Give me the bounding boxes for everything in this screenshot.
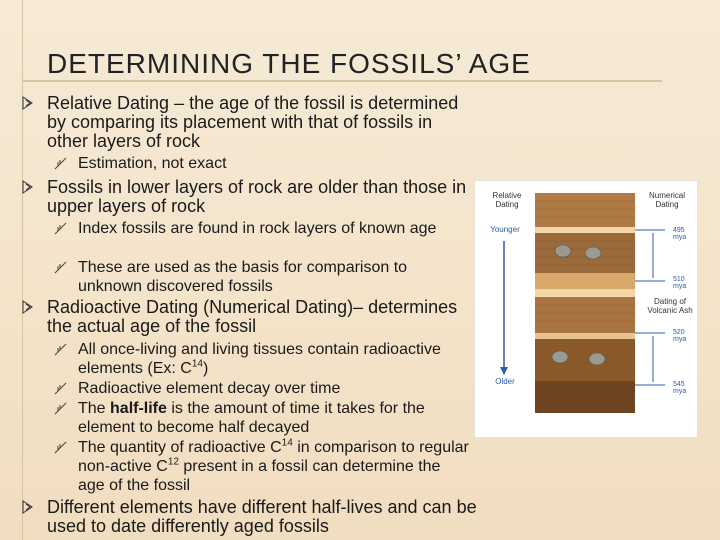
sub-bullet-text: Radioactive element decay over time (78, 380, 341, 397)
rock-layers-illustration (500, 193, 665, 413)
bullet-icon (21, 299, 35, 315)
sub-bullet-text: Index fossils are found in rock layers o… (78, 220, 437, 237)
sub-bullet-text-post: ) (202, 360, 209, 377)
bullet-text: Relative Dating – the age of the fossil … (47, 93, 459, 151)
sub-bullet: Index fossils are found in rock layers o… (54, 219, 470, 238)
bullet-icon (21, 499, 35, 515)
bullet-radioactive-dating: Radioactive Dating (Numerical Dating)– d… (22, 297, 467, 336)
feather-bullet-icon (54, 381, 68, 397)
feather-bullet-icon (54, 221, 68, 237)
numerical-bracket (635, 229, 665, 386)
superscript: 14 (191, 358, 203, 370)
superscript: 12 (167, 456, 179, 468)
sub-bullet: The quantity of radioactive C14 in compa… (54, 437, 470, 495)
bullet-relative-dating: Relative Dating – the age of the fossil … (22, 93, 467, 151)
sub-bullet-text: Estimation, not exact (78, 155, 227, 172)
sub-bullet: These are used as the basis for comparis… (54, 258, 470, 296)
sub-bullet-text: These are used as the basis for comparis… (78, 259, 408, 295)
arrow-head (500, 367, 508, 375)
sub-bullet: Estimation, not exact (54, 154, 470, 173)
sub-bullet: The half-life is the amount of time it t… (54, 399, 470, 437)
bullet-text: Radioactive Dating (Numerical Dating)– d… (47, 297, 458, 336)
bullet-icon (21, 179, 35, 195)
sub-bullet-text-pre: The (78, 400, 111, 417)
slide: DETERMINING THE FOSSILS’ AGE Relative Da… (0, 0, 720, 540)
half-life-term: half-life (110, 400, 167, 417)
superscript: 14 (281, 437, 293, 449)
feather-bullet-icon (54, 440, 68, 456)
sub-bullet: All once-living and living tissues conta… (54, 340, 470, 378)
bullet-icon (21, 95, 35, 111)
bullet-text: Different elements have different half-l… (47, 497, 477, 536)
sub-bullet-text-pre: All once-living and living tissues conta… (78, 341, 441, 377)
sub-bullet-text-pre: The quantity of radioactive C (78, 439, 282, 456)
feather-bullet-icon (54, 401, 68, 417)
feather-bullet-icon (54, 260, 68, 276)
rock-column (535, 193, 635, 413)
feather-bullet-icon (54, 156, 68, 172)
bullet-half-lives: Different elements have different half-l… (22, 497, 477, 536)
feather-bullet-icon (54, 342, 68, 358)
bullet-text: Fossils in lower layers of rock are olde… (47, 177, 467, 216)
rock-layers-figure: Relative Dating Numerical Dating Younger… (474, 180, 698, 438)
sub-bullet: Radioactive element decay over time (54, 379, 470, 398)
bullet-rock-layers: Fossils in lower layers of rock are olde… (22, 177, 467, 216)
